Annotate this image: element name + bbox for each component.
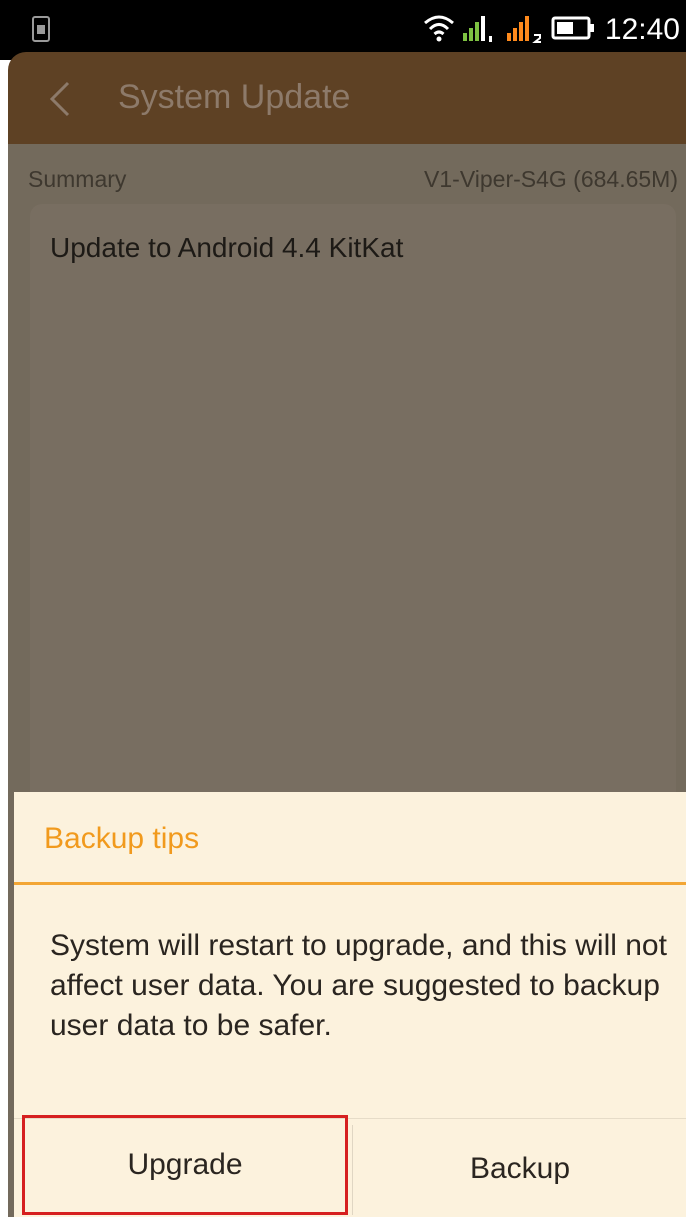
app-bar: System Update <box>8 52 686 144</box>
backup-button[interactable]: Backup <box>354 1119 686 1217</box>
button-divider <box>352 1125 353 1215</box>
backup-tips-dialog: Backup tips System will restart to upgra… <box>14 792 686 1217</box>
upgrade-button[interactable]: Upgrade <box>22 1115 348 1215</box>
dialog-buttons: Upgrade Backup <box>14 1115 686 1217</box>
summary-row: Summary V1-Viper-S4G (684.65M) <box>28 166 678 193</box>
screen: 12:40 System Update Summary V1-Viper-S4G… <box>0 0 686 1217</box>
version-info: V1-Viper-S4G (684.65M) <box>424 166 678 192</box>
battery-icon <box>551 15 595 46</box>
status-bar: 12:40 <box>0 0 686 60</box>
dialog-message: System will restart to upgrade, and this… <box>50 929 667 1042</box>
wifi-icon <box>423 13 455 48</box>
signal-2-icon <box>505 13 545 48</box>
dialog-title: Backup tips <box>44 822 200 855</box>
back-arrow-icon[interactable] <box>46 80 74 118</box>
dialog-divider <box>14 882 686 885</box>
page-title: System Update <box>118 78 351 116</box>
sim-card-icon <box>32 16 50 42</box>
summary-label: Summary <box>28 166 127 192</box>
signal-1-icon <box>461 13 499 48</box>
update-description: Update to Android 4.4 KitKat <box>50 232 404 263</box>
clock: 12:40 <box>604 13 680 46</box>
status-icons: 12:40 <box>417 12 680 48</box>
